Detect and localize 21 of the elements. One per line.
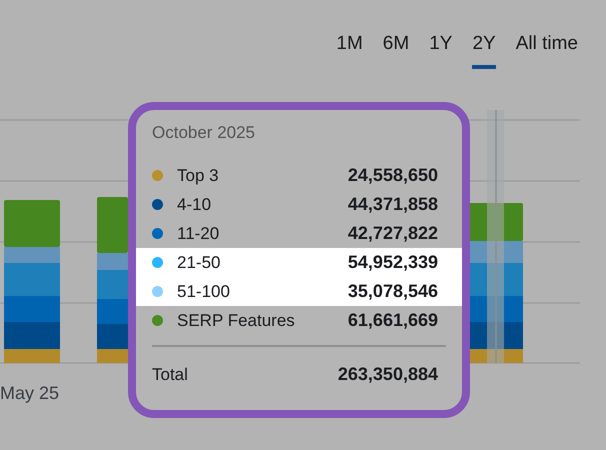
- series-label: 21-50: [177, 252, 222, 274]
- series-value: 54,952,339: [348, 251, 438, 274]
- range-tab[interactable]: 6M: [382, 30, 410, 68]
- series-label: 4-10: [177, 194, 212, 216]
- axis-label: May 25: [0, 383, 60, 403]
- series-label: SERP Features: [177, 310, 296, 332]
- total-value: 263,350,884: [338, 363, 438, 386]
- series-value: 24,558,650: [348, 164, 438, 187]
- series-value: 44,371,858: [348, 193, 438, 216]
- series-label: 11-20: [177, 222, 220, 245]
- series-value: 35,078,546: [348, 280, 438, 303]
- range-tab[interactable]: 1Y: [429, 30, 452, 68]
- range-tab[interactable]: 1M: [336, 30, 363, 68]
- range-tab[interactable]: All time: [516, 30, 578, 68]
- series-label: Top 3: [177, 164, 220, 187]
- series-value: 42,727,822: [348, 222, 438, 245]
- series-value: 61,661,669: [348, 309, 438, 332]
- total-label: Total: [152, 364, 188, 386]
- tooltip-title: October 2025: [151, 122, 256, 144]
- series-label: 51-100: [177, 280, 231, 303]
- range-tab[interactable]: 2Y: [472, 30, 496, 68]
